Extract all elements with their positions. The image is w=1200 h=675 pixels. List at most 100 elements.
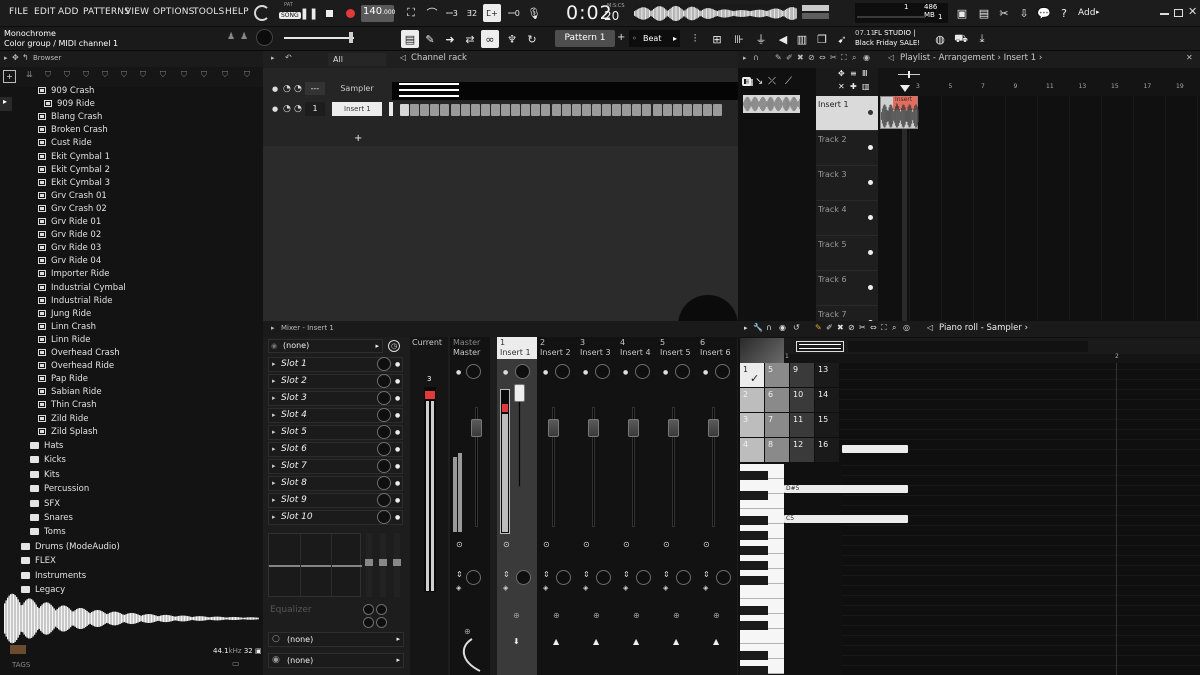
maximize-icon[interactable]	[1174, 9, 1183, 17]
step-button[interactable]	[642, 104, 652, 116]
insert-send-icon[interactable]: ⊕	[673, 611, 680, 620]
step-button[interactable]	[622, 104, 632, 116]
mixer-slot[interactable]: ▸ Slot 6 ●	[268, 442, 403, 457]
eq-knob-1[interactable]	[363, 604, 374, 615]
insert-pan-knob[interactable]	[555, 364, 570, 379]
browser-file[interactable]: Ekit Cymbal 2	[38, 164, 110, 177]
playlist-button[interactable]: ▥	[793, 30, 811, 48]
menu-add[interactable]: ADD	[58, 7, 79, 17]
playlist-close-icon[interactable]: ✕	[1186, 53, 1193, 62]
feedback-button[interactable]: 💬	[1035, 4, 1053, 22]
drum-pad[interactable]: 2	[740, 388, 764, 412]
browser-subfolder[interactable]: Hats	[30, 440, 63, 453]
playlist-slice-icon[interactable]: ✂	[830, 53, 837, 62]
browser-file[interactable]: Broken Crash	[38, 124, 108, 137]
step-button[interactable]	[511, 104, 521, 116]
insert-phase-icon[interactable]: ⇕	[503, 570, 510, 579]
slot-enable-dot[interactable]: ●	[395, 494, 400, 507]
pr-wrench-icon[interactable]: 🔧	[753, 323, 763, 332]
insert-up-arrow-icon[interactable]: ▲	[673, 637, 679, 646]
playlist-track-header[interactable]: Track 4	[816, 201, 878, 236]
mixer-insert-strip[interactable]: 1 Insert 1 ● ⊙ ⇕ ◈ ⊕ ⬇	[497, 337, 537, 675]
step-button[interactable]	[440, 104, 450, 116]
note-1[interactable]	[842, 445, 908, 453]
insert-pan-knob[interactable]	[715, 364, 730, 379]
mixer-slot[interactable]: ▸ Slot 4 ●	[268, 408, 403, 423]
drum-pad[interactable]: 5	[765, 363, 789, 387]
browser-subfolder[interactable]: Snares	[30, 512, 73, 525]
drum-pad[interactable]: 13	[815, 363, 839, 387]
minimize-icon[interactable]	[1160, 13, 1169, 15]
master-pan-knob[interactable]	[466, 364, 481, 379]
playlist-arrow-icon[interactable]: ▸	[743, 54, 747, 62]
insert-route-icon[interactable]: ⊙	[703, 540, 710, 549]
step-button[interactable]	[561, 104, 571, 116]
step-button[interactable]	[400, 104, 409, 116]
playlist-track-header[interactable]: Track 5	[816, 236, 878, 271]
pr-slip-icon[interactable]: ⇔	[870, 323, 877, 332]
countdown-button[interactable]: ꟷ3	[443, 4, 461, 22]
browser-folder[interactable]: FLEX	[21, 555, 56, 568]
insert-send-icon[interactable]: ⊕	[713, 611, 720, 620]
note-3[interactable]: C5	[784, 515, 908, 523]
filter-sample-icon[interactable]: ⛉	[83, 70, 89, 80]
mixer-slot[interactable]: ▸ Slot 3 ●	[268, 391, 403, 406]
browser-back-icon[interactable]: ↰	[22, 53, 29, 62]
insert-pan-knob[interactable]	[515, 364, 530, 379]
insert-swap-icon[interactable]: ◈	[663, 584, 668, 592]
post-fx-select-2[interactable]: ◉ (none) ▸	[268, 653, 404, 668]
mixer-slot[interactable]: ▸ Slot 8 ●	[268, 476, 403, 491]
master-volume-knob[interactable]	[254, 5, 270, 21]
pr-arrow-icon[interactable]: ▸	[744, 324, 748, 332]
insert-stereo-knob[interactable]	[556, 570, 571, 585]
eq-band-1[interactable]	[365, 533, 373, 597]
track-solo-icon[interactable]: ▥	[862, 82, 870, 91]
step-button[interactable]	[581, 104, 591, 116]
tuning-fork-button[interactable]: ♆	[503, 30, 521, 48]
channel-mute-dot[interactable]: ●	[272, 85, 278, 93]
insert-phase-icon[interactable]: ⇕	[543, 570, 550, 579]
playlist-delete-icon[interactable]: ✖	[797, 53, 804, 62]
browser-file[interactable]: Overhead Ride	[38, 360, 114, 373]
channel-select-indicator[interactable]	[389, 102, 393, 116]
channel-route-box[interactable]: ---	[305, 82, 325, 95]
pr-delete-icon[interactable]: ✖	[837, 323, 844, 332]
browser-file[interactable]: Industrial Ride	[38, 295, 112, 308]
browser-file[interactable]: Jung Ride	[38, 308, 91, 321]
browser-file[interactable]: Grv Ride 01	[38, 216, 101, 229]
slot-enable-dot[interactable]: ●	[395, 460, 400, 473]
drum-pad[interactable]: 7	[765, 413, 789, 437]
step-button[interactable]	[480, 104, 490, 116]
insert-route-icon[interactable]: ⊙	[583, 540, 590, 549]
stop-button[interactable]	[320, 4, 338, 22]
slot-enable-dot[interactable]: ●	[395, 392, 400, 405]
playlist-track-header[interactable]: Track 3	[816, 166, 878, 201]
mixer-insert-strip[interactable]: 6 Insert 6 ● ⊙ ⇕ ◈ ⊕ ▲	[697, 337, 737, 675]
current-strip[interactable]: Current 3	[410, 337, 448, 675]
eq-band-3[interactable]	[393, 533, 401, 597]
clip-source-thumbnail[interactable]	[743, 95, 800, 113]
slot-enable-dot[interactable]: ●	[395, 409, 400, 422]
slot-mix-knob[interactable]	[377, 357, 391, 371]
channel-pan-knob-2[interactable]: ◔	[283, 104, 291, 114]
step-button[interactable]	[612, 104, 622, 116]
slot-enable-dot[interactable]: ●	[395, 511, 400, 524]
pr-audition-icon[interactable]: ◎	[903, 323, 910, 332]
track-led[interactable]	[868, 180, 873, 185]
filter-loop-icon[interactable]: ⛉	[181, 70, 187, 80]
help-button[interactable]: ?	[1055, 4, 1073, 22]
insert-phase-icon[interactable]: ⇕	[583, 570, 590, 579]
pr-mute-icon[interactable]: ⊘	[848, 323, 855, 332]
plugin-button[interactable]: ⏚	[752, 30, 770, 48]
browser-file[interactable]: Importer Ride	[38, 268, 110, 281]
browser-file[interactable]: Zild Splash	[38, 426, 98, 439]
insert-stereo-knob[interactable]	[516, 570, 531, 585]
playlist-play-icon[interactable]: ◉	[863, 53, 870, 62]
mixer-preset-select[interactable]: ◉ (none) ▸	[268, 339, 383, 353]
pr-horizontal-scroll[interactable]	[848, 341, 1088, 352]
step-button[interactable]	[460, 104, 470, 116]
snap-selector[interactable]: ◦ Beat ▸	[629, 30, 680, 47]
browser-file[interactable]: Grv Ride 02	[38, 229, 101, 242]
blend-button[interactable]: ꟷ0	[505, 4, 523, 22]
track-led[interactable]	[868, 215, 873, 220]
